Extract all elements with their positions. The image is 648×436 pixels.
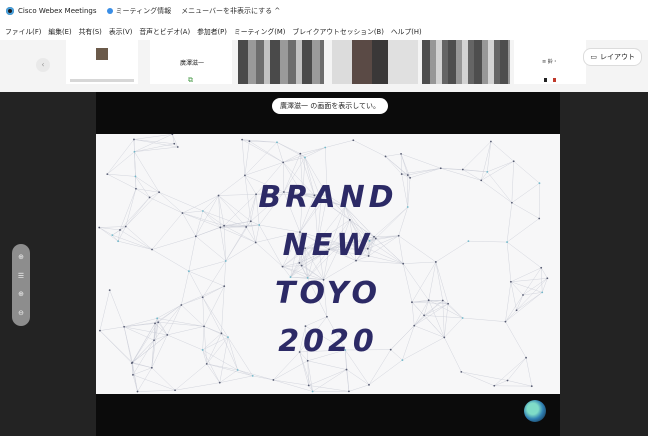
participant-strip: ‹ 廣澤滋一 ⧉ ≡ 鈴・	[0, 40, 648, 93]
content-stage: 廣澤滋一 の画面を表示してい。 BRAND NEW TOYO 2020 ⊕ ☰ …	[0, 92, 648, 436]
participant-tile-video[interactable]	[332, 40, 418, 84]
slide-line-4: 2020	[278, 324, 378, 359]
app-title-group: Cisco Webex Meetings	[6, 7, 97, 15]
participant-tile[interactable]	[66, 40, 138, 84]
title-bar: Cisco Webex Meetings ミーティング情報 メニューバーを非表示…	[0, 0, 648, 22]
participant-tile-presenter[interactable]: 廣澤滋一 ⧉	[150, 40, 232, 84]
sharing-notice: 廣澤滋一 の画面を表示してい。	[272, 98, 389, 114]
pan-icon[interactable]: ⊕	[18, 253, 24, 261]
meeting-info-label: ミーティング情報	[115, 7, 172, 15]
share-bottom-bar	[96, 394, 560, 436]
slide-line-1: BRAND	[258, 180, 398, 215]
menu-file[interactable]: ファイル(F)	[5, 26, 41, 36]
menu-help[interactable]: ヘルプ(H)	[391, 26, 422, 36]
menu-meeting[interactable]: ミーティング(M)	[234, 26, 286, 36]
zoom-out-icon[interactable]: ⊖	[18, 309, 24, 317]
menu-participants[interactable]: 参加者(P)	[197, 26, 227, 36]
participant-tile-video[interactable]	[422, 40, 510, 84]
meeting-info-button[interactable]: ミーティング情報	[106, 6, 172, 16]
webex-logo-icon	[6, 7, 14, 15]
video-off-icon	[544, 78, 547, 82]
zoom-controls: ⊕ ☰ ⊕ ⊖	[12, 244, 30, 326]
info-icon	[106, 8, 113, 14]
mic-muted-icon	[553, 78, 556, 82]
presenter-name: 廣澤滋一	[180, 60, 205, 67]
menu-breakout[interactable]: ブレイクアウトセッション(B)	[292, 26, 383, 36]
menu-edit[interactable]: 編集(E)	[48, 26, 71, 36]
zoom-in-icon[interactable]: ⊕	[18, 290, 24, 298]
avatar	[96, 48, 108, 60]
slide-line-2: NEW	[282, 228, 374, 263]
app-title: Cisco Webex Meetings	[18, 7, 97, 15]
share-screen-icon: ⧉	[188, 76, 193, 84]
participant-label: ≡ 鈴・	[542, 59, 558, 65]
participant-tile[interactable]: ≡ 鈴・	[514, 40, 586, 84]
menu-share[interactable]: 共有(S)	[79, 26, 102, 36]
self-view-avatar[interactable]	[524, 400, 546, 422]
layout-icon: ▭	[590, 53, 597, 61]
hand-icon[interactable]: ☰	[18, 272, 24, 280]
menu-bar: ファイル(F) 編集(E) 共有(S) 表示(V) 音声とビデオ(A) 参加者(…	[0, 22, 648, 40]
participant-tile-video[interactable]	[238, 40, 324, 84]
strip-prev-icon[interactable]: ‹	[36, 58, 50, 72]
layout-label: レイアウト	[600, 53, 635, 61]
participant-status	[544, 78, 558, 82]
menu-view[interactable]: 表示(V)	[109, 26, 133, 36]
shared-slide: BRAND NEW TOYO 2020	[96, 134, 560, 394]
menu-audio-video[interactable]: 音声とビデオ(A)	[139, 26, 190, 36]
participant-name-bar	[70, 79, 134, 82]
hide-menubar-button[interactable]: メニューバーを非表示にする ^	[181, 6, 280, 16]
layout-button[interactable]: ▭ レイアウト	[583, 48, 642, 66]
slide-line-3: TOYO	[275, 276, 381, 311]
